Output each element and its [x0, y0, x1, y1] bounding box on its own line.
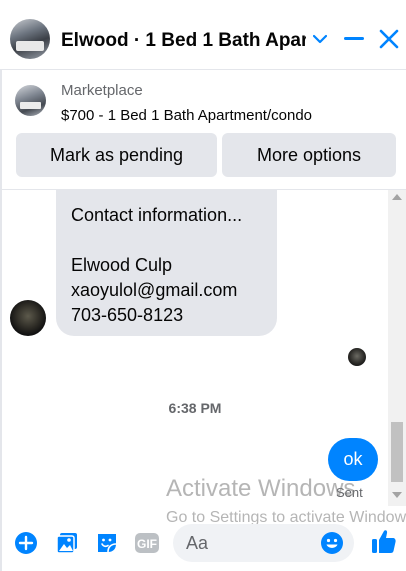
- message-input-container[interactable]: [173, 524, 354, 562]
- gif-icon[interactable]: GIF: [134, 530, 160, 556]
- chat-header: Elwood · 1 Bed 1 Bath Apar...: [0, 0, 406, 70]
- message-line: xaoyulol@gmail.com: [71, 280, 238, 300]
- activate-windows-watermark: Activate Windows: [166, 475, 356, 502]
- gif-label: GIF: [137, 537, 157, 551]
- photo-icon[interactable]: [54, 530, 80, 556]
- message-list: Contact information... Elwood Culp xaoyu…: [0, 190, 388, 512]
- message-input[interactable]: [186, 530, 316, 556]
- message-composer: GIF: [0, 512, 406, 571]
- message-line: 703-650-8123: [71, 305, 184, 325]
- message-scrollbar[interactable]: [388, 190, 406, 506]
- listing-title: $700 - 1 Bed 1 Bath Apartment/condo: [61, 107, 313, 124]
- emoji-icon[interactable]: [320, 531, 344, 555]
- incoming-message-bubble: Contact information... Elwood Culp xaoyu…: [56, 190, 277, 336]
- listing-avatar[interactable]: [10, 19, 50, 59]
- minimize-icon[interactable]: [339, 24, 369, 54]
- sender-avatar[interactable]: [10, 300, 46, 336]
- scrollbar-thumb[interactable]: [391, 422, 403, 482]
- conversation-title[interactable]: Elwood · 1 Bed 1 Bath Apar...: [61, 30, 306, 52]
- message-line: Contact information...: [71, 205, 243, 225]
- scroll-up-arrow-icon[interactable]: [392, 194, 402, 200]
- marketplace-listing[interactable]: Marketplace $700 - 1 Bed 1 Bath Apartmen…: [0, 74, 406, 130]
- seen-indicator-avatar: [348, 348, 366, 366]
- marketplace-label: Marketplace: [61, 82, 143, 99]
- add-icon[interactable]: [13, 530, 39, 556]
- chat-window: Elwood · 1 Bed 1 Bath Apar... Marketplac…: [0, 0, 406, 571]
- more-options-button[interactable]: More options: [222, 133, 396, 177]
- close-icon[interactable]: [374, 24, 404, 54]
- message-line: Elwood Culp: [71, 255, 173, 275]
- message-timestamp: 6:38 PM: [168, 400, 222, 416]
- message-line: [71, 228, 263, 253]
- mark-as-pending-button[interactable]: Mark as pending: [16, 133, 217, 177]
- scroll-down-arrow-icon[interactable]: [392, 492, 402, 498]
- listing-thumbnail: [15, 85, 46, 116]
- sticker-icon[interactable]: [94, 530, 120, 556]
- like-icon[interactable]: [369, 526, 399, 556]
- chevron-down-icon[interactable]: [305, 24, 335, 54]
